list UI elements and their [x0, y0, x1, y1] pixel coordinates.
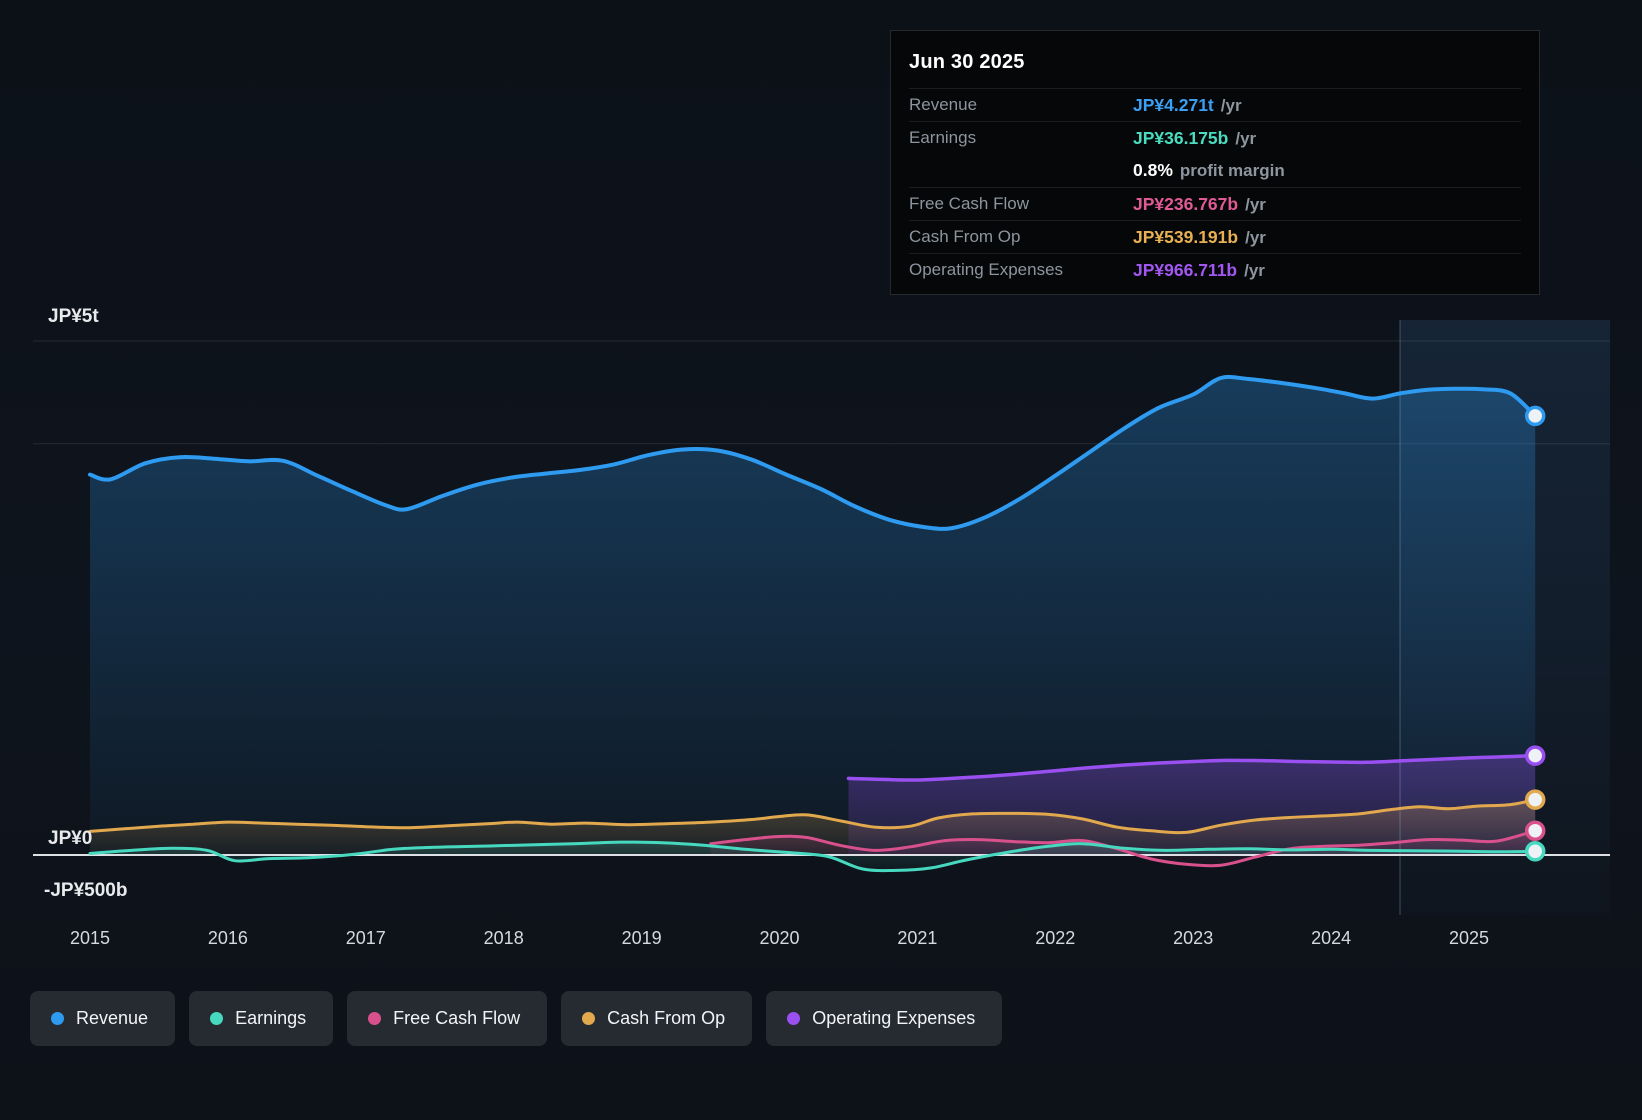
revenue-end-marker — [1524, 405, 1546, 427]
free-cash-flow-legend-dot-icon — [368, 1012, 382, 1025]
x-tick-2023: 2023 — [1173, 928, 1214, 948]
legend-item-label: Revenue — [76, 1008, 149, 1028]
revenue-legend-dot-icon — [51, 1012, 64, 1025]
tooltip-row-revenue: Revenue JP¥4.271t/yr — [909, 88, 1521, 121]
tooltip-row-unit: /yr — [1235, 128, 1257, 148]
y-axis-label-zero: JP¥0 — [48, 828, 93, 849]
tooltip-row-profit-margin: 0.8% profit margin — [909, 154, 1521, 187]
tooltip-row-unit: /yr — [1220, 95, 1242, 115]
x-tick-2024: 2024 — [1311, 928, 1352, 948]
operating-expenses-end-marker — [1524, 745, 1546, 766]
x-tick-2022: 2022 — [1035, 928, 1076, 948]
tooltip-row-label: Operating Expenses — [909, 260, 1064, 279]
tooltip-row-earnings: Earnings JP¥36.175b/yr — [909, 121, 1521, 154]
operating-expenses-legend-dot-icon — [787, 1012, 801, 1025]
legend-item-earnings[interactable]: Earnings — [189, 991, 334, 1046]
x-tick-2025: 2025 — [1448, 928, 1490, 948]
x-tick-2020: 2020 — [759, 928, 800, 948]
chart-tooltip: Jun 30 2025 Revenue JP¥4.271t/yr Earnings J… — [890, 30, 1540, 295]
x-axis: 2015 2016 2017 2018 2019 2020 2021 2022 2023 2024… — [0, 928, 1642, 958]
tooltip-row-value: JP¥36.175b — [1133, 127, 1229, 148]
earnings-end-marker — [1524, 841, 1546, 862]
legend-item-label: Earnings — [235, 1008, 307, 1028]
x-tick-2016: 2016 — [207, 928, 248, 948]
legend-item-label: Free Cash Flow — [393, 1008, 521, 1028]
tooltip-date: Jun 30 2025 — [909, 51, 1025, 73]
x-tick-2015: 2015 — [69, 928, 111, 948]
x-tick-2021: 2021 — [897, 928, 938, 948]
tooltip-row-label: Revenue — [909, 95, 978, 114]
tooltip-row-unit: /yr — [1245, 194, 1266, 214]
tooltip-row-label: Cash From Op — [909, 227, 1021, 246]
cash-from-op-end-marker — [1524, 789, 1546, 810]
legend-item-operating-expenses[interactable]: Operating Expenses — [766, 991, 1003, 1046]
x-tick-2019: 2019 — [621, 928, 662, 948]
tooltip-row-label: Earnings — [909, 128, 977, 147]
financial-history-chart: Jun 30 2025 Revenue JP¥4.271t/yr Earnings J… — [0, 0, 1642, 1120]
tooltip-row-value: JP¥4.271t — [1133, 94, 1214, 115]
tooltip-row-value: JP¥966.711b — [1133, 259, 1238, 280]
y-axis-label-neg500b: -JP¥500b — [44, 880, 128, 901]
tooltip-row-operating-expenses: Operating Expenses JP¥966.711b/yr — [909, 253, 1521, 286]
free-cash-flow-end-marker — [1524, 820, 1546, 841]
legend-item-free-cash-flow[interactable]: Free Cash Flow — [347, 991, 548, 1046]
tooltip-row-free-cash-flow: Free Cash Flow JP¥236.767b/yr — [909, 187, 1521, 220]
legend-item-cash-from-op[interactable]: Cash From Op — [561, 991, 753, 1046]
legend-item-label: Operating Expenses — [812, 1008, 976, 1028]
tooltip-row-value: JP¥539.191b — [1133, 226, 1239, 247]
x-tick-2017: 2017 — [345, 928, 386, 948]
earnings-legend-dot-icon — [210, 1012, 224, 1025]
legend-item-revenue[interactable]: Revenue — [30, 991, 176, 1046]
tooltip-row-cash-from-op: Cash From Op JP¥539.191b/yr — [909, 220, 1521, 253]
tooltip-row-value: JP¥236.767b — [1133, 193, 1239, 214]
tooltip-row-value: 0.8% — [1133, 160, 1173, 180]
tooltip-rows: Revenue JP¥4.271t/yr Earnings JP¥36.175b/yr… — [909, 88, 1521, 286]
y-axis-label-5t: JP¥5t — [48, 306, 99, 327]
tooltip-row-unit: profit margin — [1179, 161, 1285, 180]
cash-from-op-legend-dot-icon — [582, 1012, 596, 1025]
tooltip-row-label: Free Cash Flow — [909, 194, 1029, 213]
tooltip-row-unit: /yr — [1245, 227, 1266, 247]
x-tick-2018: 2018 — [483, 928, 524, 948]
chart-legend: Revenue Earnings Free Cash Flow Cash From O… — [30, 991, 1003, 1046]
legend-item-label: Cash From Op — [607, 1008, 726, 1028]
tooltip-row-unit: /yr — [1244, 260, 1265, 280]
